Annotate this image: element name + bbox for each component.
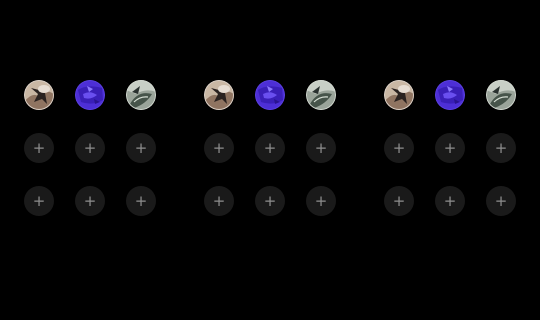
plus-icon: + bbox=[443, 191, 457, 210]
avatar-photo-2[interactable] bbox=[255, 80, 285, 110]
plus-icon: + bbox=[494, 138, 508, 157]
avatar-panel-3: + + + + + + bbox=[384, 80, 516, 216]
photo-avatar-warm-icon bbox=[204, 80, 234, 110]
avatar-photo-3[interactable] bbox=[306, 80, 336, 110]
photo-avatar-leaf-icon bbox=[306, 80, 336, 110]
add-avatar-button[interactable]: + bbox=[24, 133, 54, 163]
plus-icon: + bbox=[263, 191, 277, 210]
avatar-photo-3[interactable] bbox=[486, 80, 516, 110]
photo-avatar-leaf-icon bbox=[486, 80, 516, 110]
empty-slot-row: + + + bbox=[24, 186, 156, 216]
empty-slot-row: + + + bbox=[384, 186, 516, 216]
avatar-photo-3[interactable] bbox=[126, 80, 156, 110]
plus-icon: + bbox=[212, 138, 226, 157]
empty-slot-row: + + + bbox=[204, 186, 336, 216]
plus-icon: + bbox=[32, 138, 46, 157]
add-avatar-button[interactable]: + bbox=[435, 186, 465, 216]
avatar-panel-1: + + + + + + bbox=[24, 80, 156, 216]
add-avatar-button[interactable]: + bbox=[486, 133, 516, 163]
add-avatar-button[interactable]: + bbox=[306, 186, 336, 216]
add-avatar-button[interactable]: + bbox=[255, 186, 285, 216]
plus-icon: + bbox=[314, 138, 328, 157]
add-avatar-button[interactable]: + bbox=[255, 133, 285, 163]
add-avatar-button[interactable]: + bbox=[435, 133, 465, 163]
add-avatar-button[interactable]: + bbox=[306, 133, 336, 163]
photo-avatar-warm-icon bbox=[384, 80, 414, 110]
plus-icon: + bbox=[314, 191, 328, 210]
avatar-photo-1[interactable] bbox=[24, 80, 54, 110]
plus-icon: + bbox=[392, 138, 406, 157]
photo-avatar-purple-icon bbox=[255, 80, 285, 110]
avatar-panel-2: + + + + + + bbox=[204, 80, 336, 216]
avatar-photo-2[interactable] bbox=[75, 80, 105, 110]
photo-avatar-leaf-icon bbox=[126, 80, 156, 110]
avatar-photo-1[interactable] bbox=[384, 80, 414, 110]
add-avatar-button[interactable]: + bbox=[204, 186, 234, 216]
plus-icon: + bbox=[392, 191, 406, 210]
add-avatar-button[interactable]: + bbox=[486, 186, 516, 216]
add-avatar-button[interactable]: + bbox=[126, 133, 156, 163]
empty-slot-row: + + + bbox=[384, 133, 516, 163]
plus-icon: + bbox=[134, 138, 148, 157]
plus-icon: + bbox=[494, 191, 508, 210]
avatar-photo-1[interactable] bbox=[204, 80, 234, 110]
plus-icon: + bbox=[443, 138, 457, 157]
photo-avatar-warm-icon bbox=[24, 80, 54, 110]
photo-avatar-purple-icon bbox=[435, 80, 465, 110]
avatar-row bbox=[204, 80, 336, 110]
plus-icon: + bbox=[83, 191, 97, 210]
add-avatar-button[interactable]: + bbox=[75, 186, 105, 216]
plus-icon: + bbox=[212, 191, 226, 210]
photo-avatar-purple-icon bbox=[75, 80, 105, 110]
empty-slot-row: + + + bbox=[204, 133, 336, 163]
avatar-row bbox=[384, 80, 516, 110]
avatar-row bbox=[24, 80, 156, 110]
add-avatar-button[interactable]: + bbox=[75, 133, 105, 163]
plus-icon: + bbox=[134, 191, 148, 210]
plus-icon: + bbox=[32, 191, 46, 210]
plus-icon: + bbox=[263, 138, 277, 157]
plus-icon: + bbox=[83, 138, 97, 157]
add-avatar-button[interactable]: + bbox=[204, 133, 234, 163]
add-avatar-button[interactable]: + bbox=[126, 186, 156, 216]
add-avatar-button[interactable]: + bbox=[384, 133, 414, 163]
avatar-photo-2[interactable] bbox=[435, 80, 465, 110]
add-avatar-button[interactable]: + bbox=[24, 186, 54, 216]
add-avatar-button[interactable]: + bbox=[384, 186, 414, 216]
empty-slot-row: + + + bbox=[24, 133, 156, 163]
